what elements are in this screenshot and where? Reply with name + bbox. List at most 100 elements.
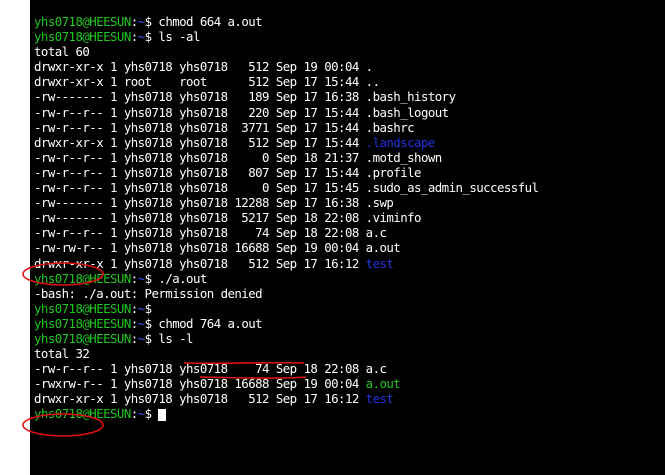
terminal-line: total 60 (34, 44, 665, 59)
ls-entry-details: drwxr-xr-x 1 root root 512 Sep 17 15:44 (34, 74, 366, 90)
terminal-line: yhs0718@HEESUN:~$ chmod 664 a.out (34, 14, 665, 29)
terminal-line: -rw-r--r-- 1 yhs0718 yhs0718 220 Sep 17 … (34, 105, 665, 120)
prompt-user-host: yhs0718@HEESUN (34, 29, 131, 45)
prompt-user-host: yhs0718@HEESUN (34, 330, 131, 346)
ls-entry-name: a.c (365, 225, 387, 241)
prompt-symbol: $ (144, 330, 159, 346)
prompt-path: ~ (137, 330, 145, 346)
ls-entry-details: -rw-r--r-- 1 yhs0718 yhs0718 3771 Sep 17… (34, 119, 366, 135)
terminal-line: drwxr-xr-x 1 root root 512 Sep 17 15:44 … (34, 74, 665, 89)
prompt-path: ~ (137, 14, 145, 29)
ls-entry-name: .bash_logout (365, 104, 449, 120)
terminal-line: yhs0718@HEESUN:~$ ./a.out (34, 271, 665, 286)
ls-entry-name: test (365, 255, 394, 271)
terminal-line: drwxr-xr-x 1 yhs0718 yhs0718 512 Sep 17 … (34, 135, 665, 150)
ls-entry-details: -rwxrw-r-- 1 yhs0718 yhs0718 16688 Sep 1… (34, 376, 366, 392)
command-text: ./a.out (158, 270, 207, 286)
terminal-scrollback: yhs0718@HEESUN:~$ chmod 664 a.out yhs0718… (34, 14, 665, 422)
ls-entry-name: .sudo_as_admin_successful (365, 180, 539, 196)
terminal-line: -rwxrw-r-- 1 yhs0718 yhs0718 16688 Sep 1… (34, 376, 665, 391)
ls-entry-name: .bash_history (365, 89, 456, 105)
ls-entry-details: -rw-r--r-- 1 yhs0718 yhs0718 0 Sep 18 21… (34, 149, 366, 165)
prompt-separator: : (130, 270, 138, 286)
prompt-user-host: yhs0718@HEESUN (34, 315, 131, 331)
terminal-line: -rw------- 1 yhs0718 yhs0718 12288 Sep 1… (34, 195, 665, 210)
terminal-line: yhs0718@HEESUN:~$ chmod 764 a.out (34, 316, 665, 331)
terminal-line: -rw-r--r-- 1 yhs0718 yhs0718 0 Sep 17 15… (34, 180, 665, 195)
terminal-line: -rw-r--r-- 1 yhs0718 yhs0718 807 Sep 17 … (34, 165, 665, 180)
terminal-line: yhs0718@HEESUN:~$ ls -l (34, 331, 665, 346)
prompt-separator: : (130, 330, 138, 346)
output-text: -bash: ./a.out: Permission denied (34, 285, 263, 301)
ls-entry-name: .bashrc (365, 119, 415, 135)
prompt-symbol: $ (144, 300, 159, 316)
prompt-user-host: yhs0718@HEESUN (34, 406, 131, 422)
ls-entry-details: drwxr-xr-x 1 yhs0718 yhs0718 512 Sep 17 … (34, 134, 366, 150)
output-text: total 60 (34, 44, 90, 60)
command-text: chmod 664 a.out (158, 14, 263, 29)
ls-entry-name: .landscape (365, 134, 436, 150)
ls-entry-details: -rw-r--r-- 1 yhs0718 yhs0718 0 Sep 17 15… (34, 180, 366, 196)
command-text: ls -l (158, 330, 193, 346)
prompt-path: ~ (137, 300, 145, 316)
prompt-symbol: $ (144, 406, 159, 422)
text-cursor (158, 408, 167, 421)
ls-entry-details: -rw------- 1 yhs0718 yhs0718 12288 Sep 1… (34, 195, 366, 211)
prompt-separator: : (130, 14, 138, 29)
prompt-symbol: $ (144, 29, 159, 45)
terminal-line: yhs0718@HEESUN:~$ (34, 301, 665, 316)
prompt-symbol: $ (144, 315, 159, 331)
command-text: ls -al (158, 29, 200, 45)
ls-entry-name: .motd_shown (365, 149, 443, 165)
ls-entry-details: -rw------- 1 yhs0718 yhs0718 189 Sep 17 … (34, 89, 366, 105)
terminal-line: -rw-rw-r-- 1 yhs0718 yhs0718 16688 Sep 1… (34, 240, 665, 255)
ls-entry-details: -rw------- 1 yhs0718 yhs0718 5217 Sep 18… (34, 210, 366, 226)
ls-entry-name: .viminfo (365, 210, 422, 226)
terminal-line: -rw-r--r-- 1 yhs0718 yhs0718 3771 Sep 17… (34, 120, 665, 135)
terminal-line: -rw------- 1 yhs0718 yhs0718 189 Sep 17 … (34, 89, 665, 104)
ls-entry-name: .profile (365, 164, 422, 180)
prompt-separator: : (130, 300, 138, 316)
ls-entry-details: drwxr-xr-x 1 yhs0718 yhs0718 512 Sep 17 … (34, 255, 366, 271)
ls-entry-details: -rw-r--r-- 1 yhs0718 yhs0718 220 Sep 17 … (34, 104, 366, 120)
terminal-window[interactable]: yhs0718@HEESUN:~$ chmod 664 a.out yhs0718… (30, 0, 665, 475)
command-text: chmod 764 a.out (158, 315, 263, 331)
ls-entry-details: -rw-r--r-- 1 yhs0718 yhs0718 74 Sep 18 2… (34, 361, 366, 377)
ls-entry-name: . (365, 59, 373, 75)
terminal-line: drwxr-xr-x 1 yhs0718 yhs0718 512 Sep 19 … (34, 59, 665, 74)
prompt-path: ~ (137, 270, 145, 286)
terminal-line: -rw------- 1 yhs0718 yhs0718 5217 Sep 18… (34, 210, 665, 225)
terminal-line: -bash: ./a.out: Permission denied (34, 286, 665, 301)
prompt-user-host: yhs0718@HEESUN (34, 14, 131, 29)
terminal-line: yhs0718@HEESUN:~$ (34, 406, 665, 421)
ls-entry-name: a.out (365, 240, 401, 256)
ls-entry-name: test (365, 391, 394, 407)
ls-entry-name: a.c (365, 361, 387, 377)
prompt-user-host: yhs0718@HEESUN (34, 300, 131, 316)
prompt-symbol: $ (144, 270, 159, 286)
terminal-line: -rw-r--r-- 1 yhs0718 yhs0718 74 Sep 18 2… (34, 225, 665, 240)
ls-entry-name: .swp (365, 195, 394, 211)
ls-entry-name: a.out (365, 376, 401, 392)
output-text: total 32 (34, 346, 90, 362)
terminal-line: total 32 (34, 346, 665, 361)
ls-entry-details: drwxr-xr-x 1 yhs0718 yhs0718 512 Sep 19 … (34, 59, 366, 75)
prompt-user-host: yhs0718@HEESUN (34, 270, 131, 286)
prompt-symbol: $ (144, 14, 159, 29)
prompt-path: ~ (137, 29, 145, 45)
terminal-line: drwxr-xr-x 1 yhs0718 yhs0718 512 Sep 17 … (34, 256, 665, 271)
prompt-separator: : (130, 406, 138, 422)
prompt-separator: : (130, 29, 138, 45)
terminal-line: -rw-r--r-- 1 yhs0718 yhs0718 74 Sep 18 2… (34, 361, 665, 376)
prompt-path: ~ (137, 315, 145, 331)
ls-entry-details: -rw-rw-r-- 1 yhs0718 yhs0718 16688 Sep 1… (34, 240, 366, 256)
ls-entry-details: -rw-r--r-- 1 yhs0718 yhs0718 807 Sep 17 … (34, 164, 366, 180)
prompt-separator: : (130, 315, 138, 331)
ls-entry-details: drwxr-xr-x 1 yhs0718 yhs0718 512 Sep 17 … (34, 391, 366, 407)
terminal-line: drwxr-xr-x 1 yhs0718 yhs0718 512 Sep 17 … (34, 391, 665, 406)
ls-entry-details: -rw-r--r-- 1 yhs0718 yhs0718 74 Sep 18 2… (34, 225, 366, 241)
ls-entry-name: .. (365, 74, 380, 90)
terminal-line: yhs0718@HEESUN:~$ ls -al (34, 29, 665, 44)
terminal-line: -rw-r--r-- 1 yhs0718 yhs0718 0 Sep 18 21… (34, 150, 665, 165)
prompt-path: ~ (137, 406, 145, 422)
